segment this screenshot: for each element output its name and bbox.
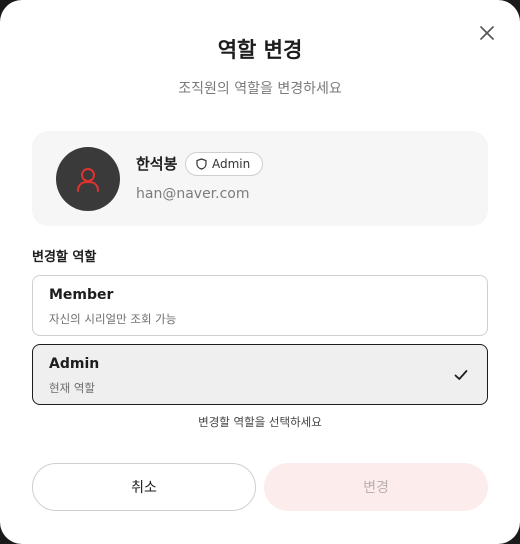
role-option-name: Admin [49,356,100,372]
dialog-title: 역할 변경 [217,38,303,62]
user-name: 한석봉 [136,155,178,173]
avatar [56,147,120,211]
dialog-subtitle: 조직원의 역할을 변경하세요 [178,81,342,97]
role-option-description: 현재 역할 [49,381,95,395]
user-icon [77,168,99,192]
role-option-name: Member [49,287,114,303]
role-badge: Admin [185,152,264,176]
user-card: 한석봉 Admin han@naver.com [32,131,488,226]
user-email: han@naver.com [136,186,250,202]
cancel-button[interactable]: 취소 [32,463,256,511]
confirm-button[interactable]: 변경 [264,463,488,511]
role-option-admin[interactable]: Admin 현재 역할 [32,344,488,405]
role-option-member[interactable]: Member 자신의 시리얼만 조회 가능 [32,275,488,336]
role-section-label: 변경할 역할 [32,250,97,265]
checkmark-icon [454,370,468,380]
role-change-dialog: 역할 변경 조직원의 역할을 변경하세요 한석봉 Admin han@naver… [0,0,520,544]
role-badge-label: Admin [212,157,251,171]
shield-icon [196,158,207,170]
selection-hint: 변경할 역할을 선택하세요 [198,415,322,429]
role-option-description: 자신의 시리얼만 조회 가능 [49,312,177,326]
